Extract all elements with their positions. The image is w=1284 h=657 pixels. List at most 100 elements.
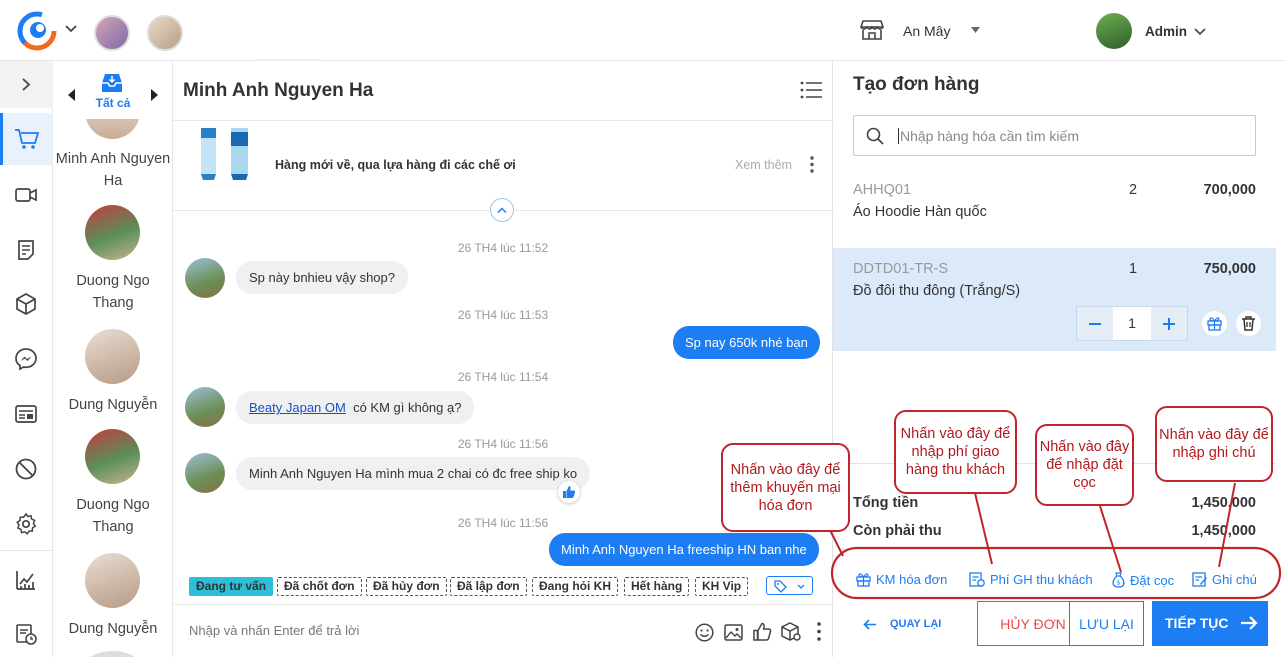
chevron-down-icon[interactable] bbox=[65, 25, 77, 33]
contact-name: Thang bbox=[92, 519, 134, 535]
box-icon[interactable] bbox=[14, 292, 38, 316]
page-avatar[interactable] bbox=[94, 15, 130, 51]
rail-item-cart[interactable] bbox=[0, 113, 53, 165]
customer-avatar bbox=[185, 387, 225, 427]
tag-vip[interactable]: KH Vip bbox=[695, 577, 749, 596]
callout-discount: Nhấn vào đây để thêm khuyến mại hóa đơn bbox=[721, 443, 850, 532]
store-icon bbox=[859, 19, 885, 41]
see-more-link[interactable]: Xem thêm bbox=[735, 158, 792, 172]
tag-created[interactable]: Đã lập đơn bbox=[450, 577, 527, 596]
item-code: AHHQ01 bbox=[853, 182, 912, 198]
like-reaction-icon[interactable] bbox=[558, 481, 580, 503]
user-avatar[interactable] bbox=[1096, 13, 1132, 49]
contact-item[interactable]: Duong Ngo Thang bbox=[53, 205, 172, 315]
incoming-message: Beaty Japan OM có KM gì không ạ? bbox=[236, 391, 475, 424]
page-avatar[interactable] bbox=[147, 15, 183, 51]
tag-cancelled[interactable]: Đã hủy đơn bbox=[366, 577, 447, 596]
quantity-value[interactable]: 1 bbox=[1113, 315, 1151, 331]
tag-asking[interactable]: Đang hỏi KH bbox=[532, 577, 618, 596]
deposit-action[interactable]: $ Đặt cọc bbox=[1112, 572, 1174, 588]
expand-rail-button[interactable] bbox=[0, 61, 53, 108]
product-search-input[interactable]: Nhập hàng hóa cần tìm kiếm bbox=[853, 115, 1256, 156]
item-price: 700,000 bbox=[1203, 182, 1256, 198]
more-vertical-icon[interactable] bbox=[810, 156, 814, 173]
caret-down-icon[interactable] bbox=[971, 27, 980, 33]
message-time: 26 TH4 lúc 11:54 bbox=[457, 370, 549, 384]
video-icon[interactable] bbox=[14, 183, 38, 207]
messenger-icon[interactable] bbox=[14, 347, 38, 371]
continue-button[interactable]: TIẾP TỤC bbox=[1152, 601, 1268, 646]
emoji-icon[interactable] bbox=[695, 623, 714, 642]
block-icon[interactable] bbox=[14, 457, 38, 481]
order-item-row[interactable]: DDTD01-TR-S Đồ đôi thu đông (Trắng/S) 1 … bbox=[833, 248, 1276, 351]
contact-item[interactable]: Dung Nguyễn bbox=[53, 553, 172, 643]
user-name[interactable]: Admin bbox=[1145, 24, 1187, 39]
contact-avatar bbox=[85, 205, 140, 260]
contact-list: Tất cả Minh Anh Nguyen Ha Duong Ngo Than… bbox=[53, 61, 173, 657]
reply-input[interactable]: Nhập và nhấn Enter để trả lời bbox=[189, 623, 359, 638]
money-bag-icon: $ bbox=[1112, 572, 1125, 588]
contact-item[interactable]: Dung Nguyễn bbox=[53, 329, 172, 419]
more-vertical-icon[interactable] bbox=[817, 622, 821, 641]
chevron-down-icon[interactable] bbox=[1194, 28, 1206, 36]
callout-note: Nhấn vào đây để nhập ghi chú bbox=[1155, 406, 1273, 482]
remaining-value: 1,450,000 bbox=[1191, 523, 1256, 539]
outgoing-message: Sp nay 650k nhé bạn bbox=[673, 326, 820, 359]
chat-panel: Minh Anh Nguyen Ha Hàng mới về, qua lựa … bbox=[173, 61, 833, 657]
tag-menu-button[interactable] bbox=[766, 576, 813, 595]
store-name[interactable]: An Mây bbox=[903, 23, 950, 39]
contact-card-icon[interactable] bbox=[14, 402, 38, 426]
thumbs-up-icon[interactable] bbox=[752, 622, 772, 642]
gift-icon bbox=[856, 573, 871, 587]
contact-name: Minh Anh Nguyen bbox=[55, 151, 171, 167]
tag-closed[interactable]: Đã chốt đơn bbox=[277, 577, 362, 596]
pinned-post: Hàng mới về, qua lựa hàng đi các chế ơi … bbox=[173, 121, 833, 209]
svg-text:$: $ bbox=[1117, 580, 1121, 587]
increase-button[interactable] bbox=[1151, 307, 1187, 340]
callout-deposit: Nhấn vào đây để nhập đặt cọc bbox=[1035, 424, 1134, 506]
image-icon[interactable] bbox=[724, 623, 743, 642]
edit-note-icon bbox=[1192, 572, 1207, 587]
gift-icon bbox=[1207, 317, 1222, 331]
tag-out-of-stock[interactable]: Hết hàng bbox=[624, 577, 690, 596]
quantity-stepper[interactable]: 1 bbox=[1076, 306, 1188, 341]
decrease-button[interactable] bbox=[1077, 307, 1113, 340]
chart-icon[interactable] bbox=[14, 568, 38, 592]
contact-avatar bbox=[85, 429, 140, 484]
item-delete-button[interactable] bbox=[1236, 311, 1261, 336]
item-qty: 1 bbox=[1129, 261, 1138, 277]
item-price: 750,000 bbox=[1203, 261, 1256, 277]
remaining-label: Còn phải thu bbox=[853, 523, 942, 539]
tag-consulting[interactable]: Đang tư vấn bbox=[189, 577, 274, 596]
back-button[interactable]: QUAY LẠI bbox=[863, 618, 941, 630]
shipping-receipt-icon bbox=[969, 572, 985, 587]
shipping-fee-action[interactable]: Phí GH thu khách bbox=[969, 572, 1093, 587]
contact-name: Duong Ngo bbox=[76, 497, 150, 513]
order-item-row[interactable]: AHHQ01 Áo Hoodie Hàn quốc 2 700,000 bbox=[833, 171, 1276, 247]
message-time: 26 TH4 lúc 11:53 bbox=[457, 308, 549, 322]
contact-name: Duong Ngo bbox=[76, 273, 150, 289]
app-logo-icon[interactable] bbox=[17, 11, 59, 51]
order-title: Tạo đơn hàng bbox=[853, 74, 980, 95]
contact-item[interactable]: Duong Ngo Thang bbox=[53, 429, 172, 539]
next-arrow-icon[interactable] bbox=[150, 89, 158, 101]
item-qty: 2 bbox=[1129, 182, 1138, 198]
item-gift-button[interactable] bbox=[1202, 311, 1227, 336]
product-box-icon[interactable] bbox=[780, 622, 802, 642]
product-image bbox=[201, 128, 248, 180]
collapse-button[interactable] bbox=[490, 198, 514, 222]
mention-link[interactable]: Beaty Japan OM bbox=[249, 400, 346, 415]
contact-name: Ha bbox=[103, 173, 123, 189]
arrow-right-icon bbox=[1241, 616, 1258, 630]
invoice-discount-action[interactable]: KM hóa đơn bbox=[856, 572, 947, 587]
pinned-post-text: Hàng mới về, qua lựa hàng đi các chế ơi bbox=[275, 158, 516, 172]
note-action[interactable]: Ghi chú bbox=[1192, 572, 1257, 587]
save-order-button[interactable]: LƯU LẠI bbox=[1069, 601, 1144, 646]
message-time: 26 TH4 lúc 11:52 bbox=[457, 241, 549, 255]
inbox-icon[interactable] bbox=[101, 73, 123, 93]
chat-title: Minh Anh Nguyen Ha bbox=[183, 80, 374, 101]
document-icon[interactable] bbox=[14, 238, 38, 262]
gear-icon[interactable] bbox=[14, 512, 38, 536]
report-clock-icon[interactable] bbox=[14, 622, 38, 646]
menu-list-icon[interactable] bbox=[800, 81, 822, 99]
